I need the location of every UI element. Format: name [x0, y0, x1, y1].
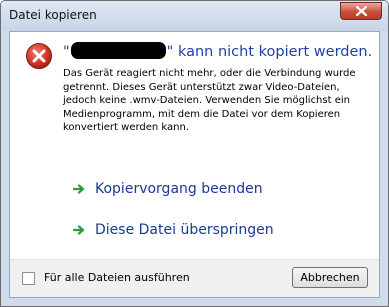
cancel-button[interactable]: Abbrechen	[292, 267, 368, 288]
skip-file-command[interactable]: Diese Datei überspringen	[63, 215, 363, 245]
title-bar[interactable]: Datei kopieren	[1, 1, 388, 31]
error-heading: " " kann nicht kopiert werden.	[63, 42, 372, 60]
apply-to-all-label[interactable]: Für alle Dateien ausführen	[44, 271, 190, 284]
redacted-filename	[70, 42, 166, 59]
error-message: Das Gerät reagiert nicht mehr, oder die …	[63, 68, 356, 133]
heading-open-quote: "	[63, 44, 70, 60]
stop-copy-label: Kopiervorgang beenden	[95, 181, 263, 197]
close-button[interactable]	[340, 2, 382, 20]
window-title: Datei kopieren	[9, 8, 97, 22]
heading-rest: " kann nicht kopiert werden.	[166, 44, 373, 60]
dialog-content: " " kann nicht kopiert werden. Das Gerät …	[9, 31, 380, 298]
dialog-footer: Für alle Dateien ausführen Abbrechen	[10, 259, 379, 297]
dialog-window: Datei kopieren " " kann nicht kopiert wer…	[0, 0, 389, 307]
close-icon	[356, 6, 367, 16]
apply-to-all-checkbox[interactable]	[22, 272, 35, 285]
green-arrow-icon	[73, 225, 85, 235]
stop-copy-command[interactable]: Kopiervorgang beenden	[63, 174, 363, 204]
skip-file-label: Diese Datei überspringen	[95, 222, 274, 238]
green-arrow-icon	[73, 184, 85, 194]
error-icon	[26, 43, 52, 69]
